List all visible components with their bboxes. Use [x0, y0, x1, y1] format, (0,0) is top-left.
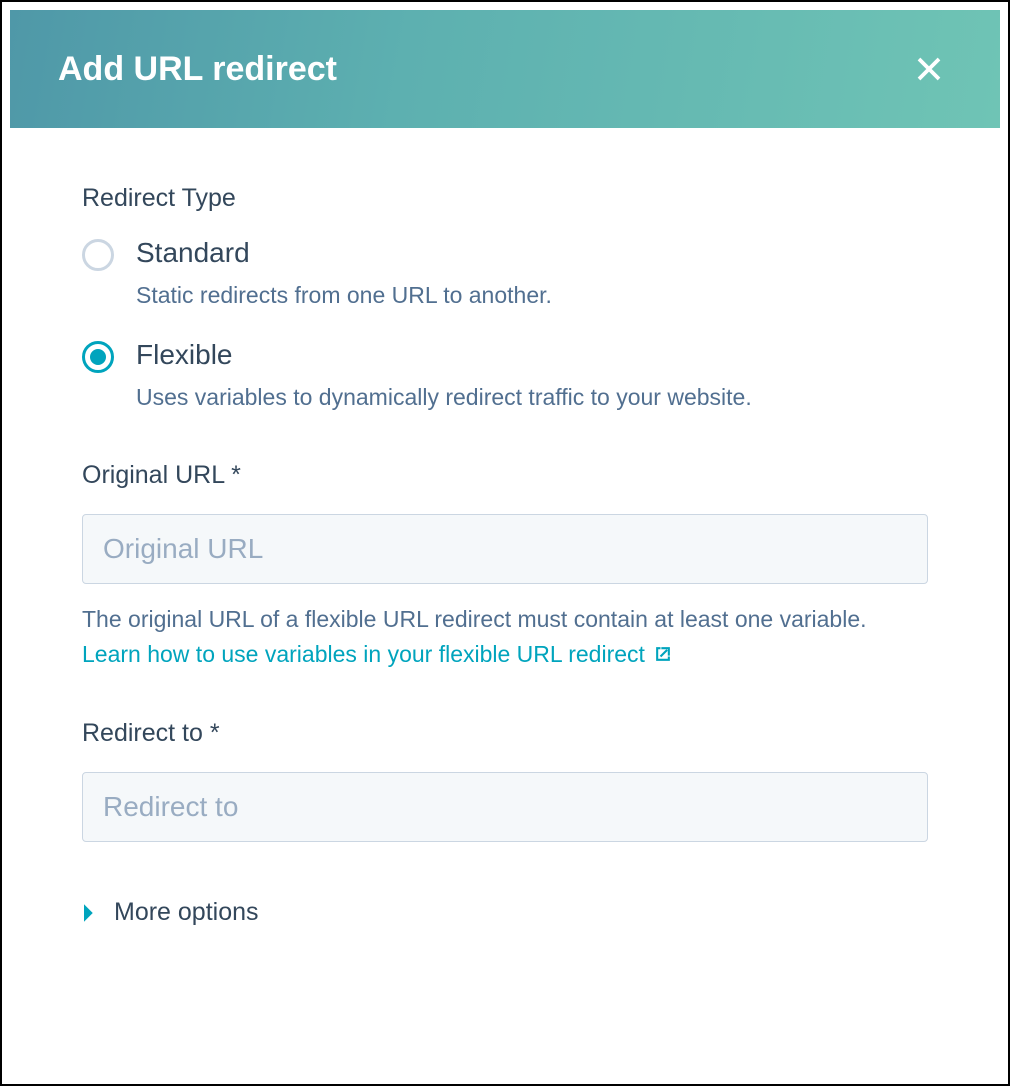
radio-desc-standard: Static redirects from one URL to another… [136, 279, 928, 311]
redirect-type-label: Redirect Type [82, 184, 928, 213]
chevron-right-icon [82, 903, 96, 923]
original-url-label: Original URL * [82, 461, 928, 490]
redirect-type-group: Standard Static redirects from one URL t… [82, 237, 928, 413]
close-button[interactable] [906, 46, 952, 92]
original-url-input[interactable] [82, 514, 928, 584]
radio-label-standard: Standard [136, 237, 928, 269]
radio-option-flexible[interactable]: Flexible Uses variables to dynamically r… [82, 339, 928, 413]
more-options-label: More options [114, 898, 259, 927]
redirect-to-input[interactable] [82, 772, 928, 842]
external-link-icon [653, 644, 673, 664]
radio-option-standard[interactable]: Standard Static redirects from one URL t… [82, 237, 928, 311]
radio-icon [82, 341, 114, 373]
radio-label-flexible: Flexible [136, 339, 928, 371]
redirect-to-label: Redirect to * [82, 719, 928, 748]
link-text: Learn how to use variables in your flexi… [82, 637, 645, 672]
original-url-helper: The original URL of a flexible URL redir… [82, 602, 928, 671]
dialog-header: Add URL redirect [10, 10, 1000, 128]
helper-text-content: The original URL of a flexible URL redir… [82, 606, 867, 632]
learn-variables-link[interactable]: Learn how to use variables in your flexi… [82, 637, 673, 672]
dialog-body: Redirect Type Standard Static redirects … [2, 136, 1008, 959]
radio-icon [82, 239, 114, 271]
dialog-title: Add URL redirect [58, 50, 337, 89]
more-options-toggle[interactable]: More options [82, 898, 928, 927]
radio-desc-flexible: Uses variables to dynamically redirect t… [136, 381, 928, 413]
close-icon [914, 54, 944, 84]
